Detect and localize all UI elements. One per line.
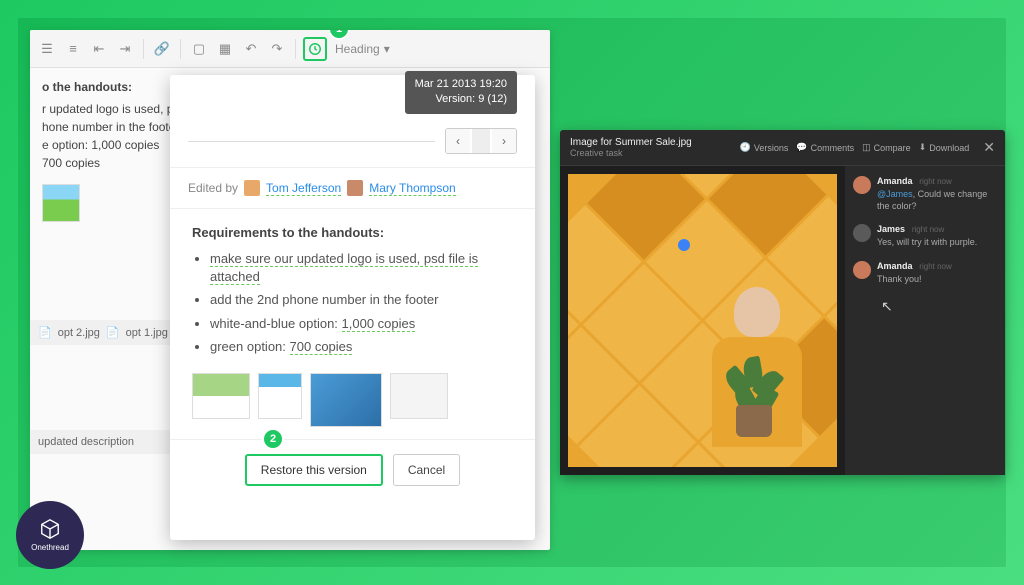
file-icon: 📄 — [38, 326, 52, 339]
file-name[interactable]: opt 1.jpg — [126, 327, 168, 339]
file-name[interactable]: opt 2.jpg — [58, 327, 100, 339]
requirements-list: make sure our updated logo is used, psd … — [210, 250, 513, 356]
comments-panel: Amanda right now @James, Could we change… — [845, 166, 1005, 475]
comment-item: Amanda right now Thank you! — [853, 261, 997, 286]
preview-header: Image for Summer Sale.jpg Creative task … — [560, 130, 1005, 166]
handout-thumb[interactable] — [310, 373, 382, 427]
list-item: add the 2nd phone number in the footer — [210, 291, 513, 309]
heading-dropdown[interactable]: Heading ▾ — [335, 42, 390, 56]
download-button[interactable]: ⬇ Download — [919, 142, 970, 153]
comment-text: Yes, will try it with purple. — [877, 237, 997, 249]
comment-text: @James, Could we change the color? — [877, 189, 997, 212]
preview-image — [568, 174, 837, 467]
compare-icon: ◫ — [862, 142, 871, 153]
user-link[interactable]: Tom Jefferson — [266, 181, 341, 196]
preview-filename: Image for Summer Sale.jpg — [570, 137, 732, 148]
link-icon[interactable]: 🔗 — [151, 38, 173, 60]
image-preview-window: Image for Summer Sale.jpg Creative task … — [560, 130, 1005, 475]
tooltip-date: Mar 21 2013 19:20 — [415, 77, 507, 92]
compare-button[interactable]: ◫ Compare — [862, 142, 911, 153]
requirements-section: Requirements to the handouts: make sure … — [170, 209, 535, 369]
comment-item: James right now Yes, will try it with pu… — [853, 224, 997, 249]
comment-time: right now — [919, 262, 951, 271]
user-link[interactable]: Mary Thompson — [369, 181, 455, 196]
history-button[interactable] — [303, 37, 327, 61]
version-history-popup: Mar 21 2013 19:20 Version: 9 (12) ‹ › Ed… — [170, 75, 535, 540]
comment-text: Thank you! — [877, 274, 997, 286]
image-plant — [729, 357, 779, 437]
tooltip-version: Version: 9 (12) — [415, 92, 507, 107]
editor-toolbar: ☰ ≡ ⇤ ⇥ 🔗 ▢ ▦ ↶ ↷ 1 Heading ▾ — [30, 30, 550, 68]
version-timeline: ‹ › — [170, 115, 535, 167]
version-tooltip: Mar 21 2013 19:20 Version: 9 (12) — [405, 71, 517, 114]
comment-icon: 💬 — [796, 142, 807, 153]
table-icon[interactable]: ▦ — [214, 38, 236, 60]
preview-body: Amanda right now @James, Could we change… — [560, 166, 1005, 475]
outdent-icon[interactable]: ⇤ — [88, 38, 110, 60]
comment-time: right now — [919, 177, 951, 186]
step-marker-1: 1 — [328, 30, 350, 40]
versions-button[interactable]: 🕘 Versions — [740, 142, 789, 153]
bullet-list-icon[interactable]: ≡ — [62, 38, 84, 60]
list-item: make sure our updated logo is used, psd … — [210, 250, 513, 286]
onethread-badge: Onethread — [16, 501, 84, 569]
handout-thumb[interactable] — [390, 373, 448, 419]
edited-by-row: Edited by Tom Jefferson Mary Thompson — [170, 167, 535, 209]
comment-author: James — [877, 224, 905, 234]
list-item: white-and-blue option: 1,000 copies — [210, 315, 513, 333]
attachment-thumb[interactable] — [42, 184, 80, 222]
list-item: green option: 700 copies — [210, 338, 513, 356]
timeline-handle[interactable] — [472, 129, 490, 153]
image-icon[interactable]: ▢ — [188, 38, 210, 60]
toolbar-divider — [295, 39, 296, 59]
comments-button[interactable]: 💬 Comments — [796, 142, 854, 153]
indent-icon[interactable]: ⇥ — [114, 38, 136, 60]
timeline-track[interactable] — [188, 141, 435, 142]
avatar — [347, 180, 363, 196]
redo-icon[interactable]: ↷ — [266, 38, 288, 60]
toolbar-divider — [180, 39, 181, 59]
file-icon: 📄 — [106, 326, 120, 339]
badge-label: Onethread — [31, 543, 69, 552]
avatar — [853, 224, 871, 242]
clock-icon: 🕘 — [740, 142, 751, 153]
cube-icon — [39, 518, 61, 540]
avatar — [853, 261, 871, 279]
cursor-icon: ↖ — [881, 298, 997, 315]
preview-image-area[interactable] — [560, 166, 845, 475]
avatar — [244, 180, 260, 196]
download-icon: ⬇ — [919, 142, 927, 153]
edited-by-label: Edited by — [188, 181, 238, 195]
numbered-list-icon[interactable]: ☰ — [36, 38, 58, 60]
popup-actions: 2 Restore this version Cancel — [170, 439, 535, 500]
task-label: updated description — [38, 436, 134, 448]
comment-author: Amanda — [877, 261, 913, 271]
comment-pin[interactable] — [678, 239, 690, 251]
comment-time: right now — [912, 225, 944, 234]
comment-author: Amanda — [877, 176, 913, 186]
cancel-button[interactable]: Cancel — [393, 454, 460, 486]
requirements-heading: Requirements to the handouts: — [192, 225, 513, 240]
preview-subtitle: Creative task — [570, 148, 732, 158]
handout-thumb[interactable] — [258, 373, 302, 419]
close-button[interactable]: ✕ — [983, 139, 995, 156]
mention[interactable]: @James — [877, 189, 913, 199]
avatar — [853, 176, 871, 194]
next-version-button[interactable]: › — [492, 129, 516, 153]
toolbar-divider — [143, 39, 144, 59]
handout-thumbnails — [170, 369, 535, 439]
heading-label: Heading — [335, 42, 380, 56]
restore-button[interactable]: Restore this version — [245, 454, 383, 486]
undo-icon[interactable]: ↶ — [240, 38, 262, 60]
timeline-nav: ‹ › — [445, 128, 517, 154]
prev-version-button[interactable]: ‹ — [446, 129, 470, 153]
step-marker-2: 2 — [262, 428, 284, 450]
handout-thumb[interactable] — [192, 373, 250, 419]
chevron-down-icon: ▾ — [384, 42, 390, 56]
preview-title-block: Image for Summer Sale.jpg Creative task — [570, 137, 732, 158]
comment-item: Amanda right now @James, Could we change… — [853, 176, 997, 212]
